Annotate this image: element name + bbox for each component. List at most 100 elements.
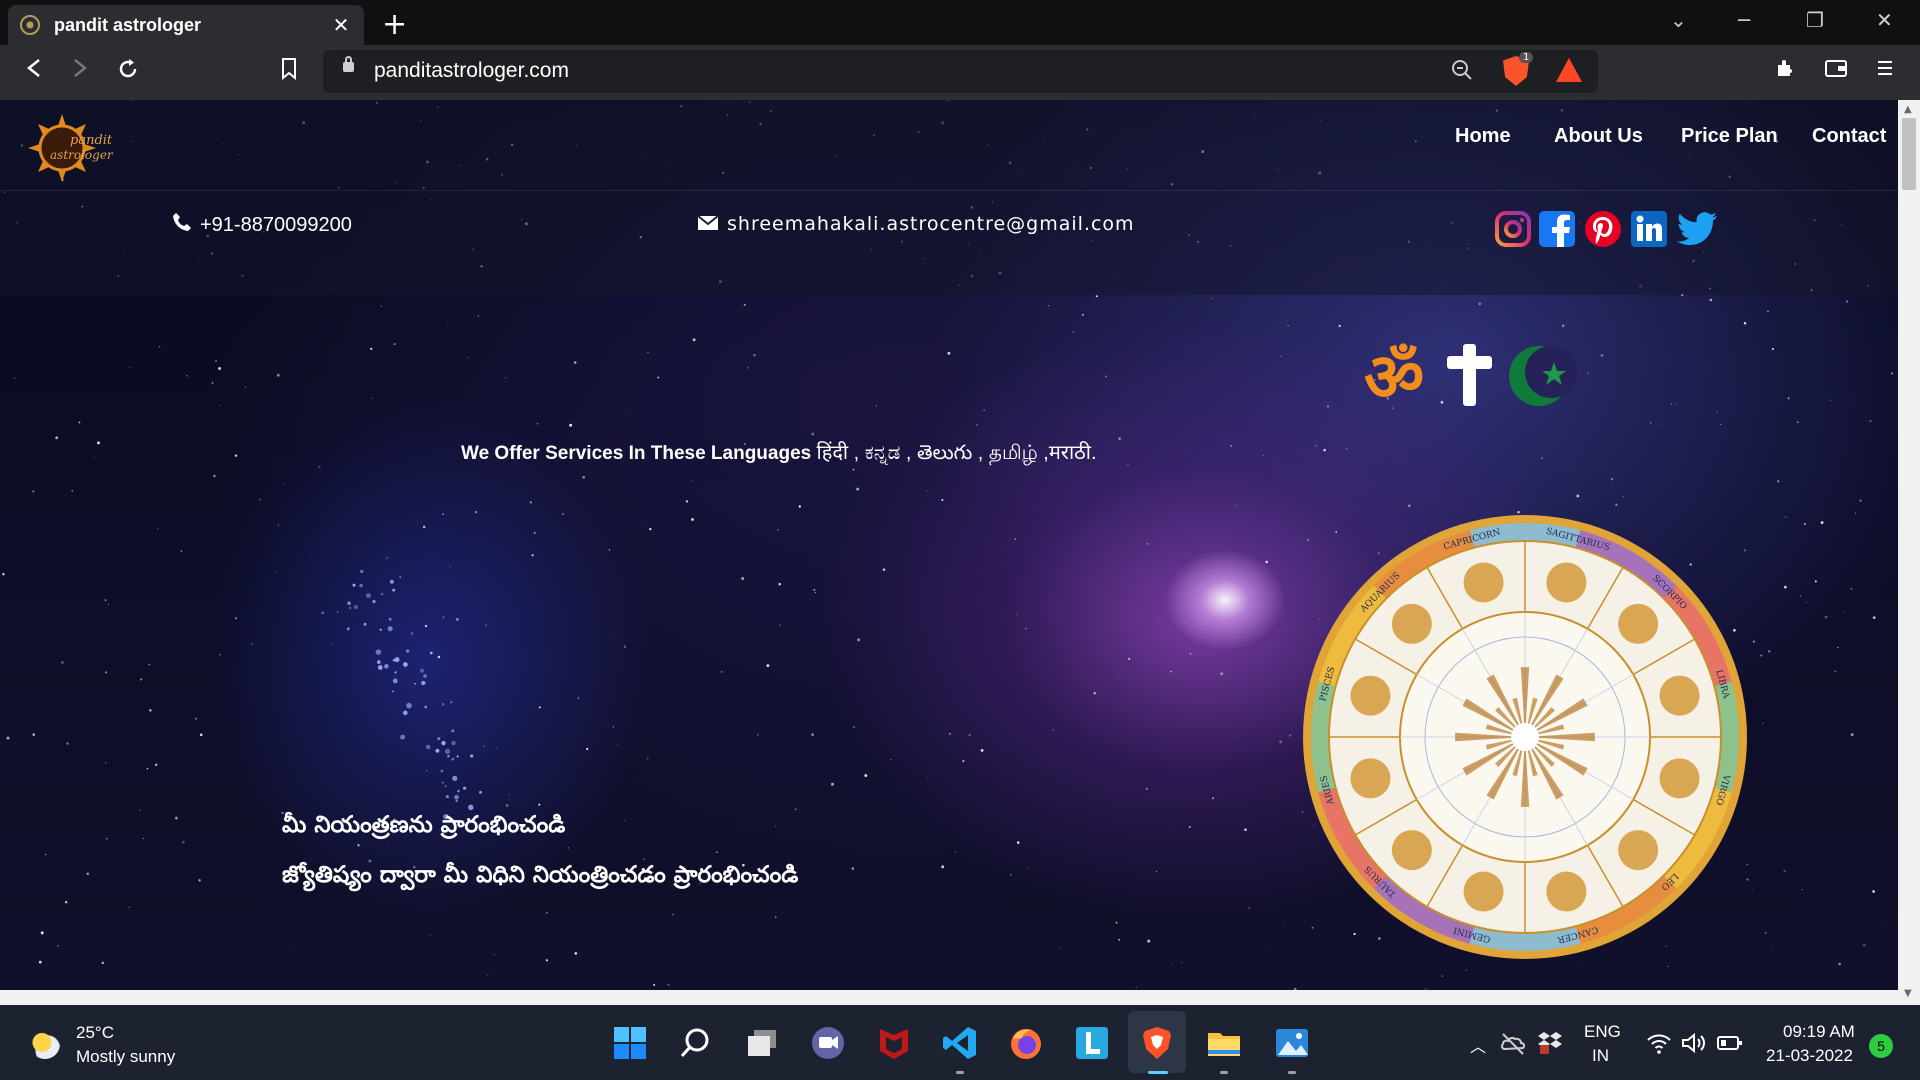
browser-toolbar: panditastrologer.com 1 [0,45,1920,100]
instagram-icon[interactable] [1494,210,1532,248]
site-logo[interactable]: pandit astrologer [26,112,122,182]
close-tab-icon[interactable]: ✕ [330,13,352,37]
tab-search-chevron-icon[interactable]: ⌄ [1670,8,1687,32]
clock-date[interactable]: 21-03-2022 [1766,1046,1853,1066]
brave-rewards-icon[interactable] [1556,58,1582,82]
nav-price-plan[interactable]: Price Plan [1681,125,1778,148]
wallet-icon[interactable] [1824,57,1848,85]
lock-icon [343,56,354,72]
menu-icon[interactable] [1876,57,1894,85]
input-region[interactable]: IN [1592,1046,1609,1066]
close-window-icon[interactable]: ✕ [1876,8,1893,32]
battery-icon[interactable] [1716,1031,1744,1055]
nav-contact[interactable]: Contact [1812,125,1886,148]
zodiac-figure-icon [1546,871,1587,912]
brave-active-indicator [1148,1071,1168,1074]
shield-count-badge: 1 [1519,52,1534,63]
vscode-icon[interactable] [942,1025,978,1061]
envelope-icon [697,212,719,236]
taskbar: 25°C Mostly sunny ︿ ENG IN 09:19 AM 21-0… [0,1005,1920,1080]
notification-badge[interactable]: 5 [1869,1034,1893,1058]
file-explorer-icon[interactable] [1206,1025,1242,1061]
scroll-thumb[interactable] [1902,118,1916,190]
reload-icon[interactable] [116,57,140,87]
extensions-icon[interactable] [1774,57,1796,85]
languages-list: हिंदी , ಕನ್ನಡ , తెలుగు , தமிழ் ,मराठी. [816,442,1097,464]
vscode-running-indicator [956,1071,964,1074]
task-view-icon[interactable] [744,1025,780,1061]
minimize-icon[interactable]: ─ [1738,8,1750,32]
twitter-icon[interactable] [1676,210,1718,248]
phone-number[interactable]: +91-8870099200 [200,214,352,237]
zodiac-figure-icon [1463,871,1504,912]
back-icon[interactable] [24,57,44,85]
scroll-down-icon[interactable]: ▼ [1904,988,1912,999]
mcafee-icon[interactable] [876,1025,912,1061]
restore-icon[interactable]: ❐ [1806,8,1824,32]
om-icon: ॐ [1364,339,1424,416]
zodiac-figure-icon [1546,562,1587,603]
scroll-up-icon[interactable]: ▲ [1904,104,1912,115]
nav-about-us[interactable]: About Us [1554,125,1643,148]
email-address[interactable]: shreemahakali.astrocentre@gmail.com [727,213,1135,235]
crescent-star-icon [1509,346,1577,406]
zodiac-figure-icon [1350,758,1391,799]
teams-chat-icon[interactable] [810,1025,846,1061]
sun-center [1511,723,1539,751]
wifi-icon[interactable] [1646,1031,1672,1055]
page-hero: pandit astrologer Home About Us Price Pl… [0,100,1898,990]
input-language[interactable]: ENG [1584,1022,1621,1042]
email-contact[interactable]: shreemahakali.astrocentre@gmail.com [697,212,1135,236]
url-text[interactable]: panditastrologer.com [374,59,569,83]
dropbox-icon[interactable] [1536,1029,1564,1057]
tray-overflow-chevron-icon[interactable]: ︿ [1470,1033,1486,1057]
zodiac-wheel-image: SAGITTARIUSSCORPIOLIBRAVIRGOLEOCANCERGEM… [1303,515,1747,959]
bookmark-icon[interactable] [280,57,298,87]
zodiac-figure-icon [1659,758,1700,799]
zodiac-figure-icon [1659,675,1700,716]
zodiac-figure-icon [1463,562,1504,603]
clock-time[interactable]: 09:19 AM [1783,1022,1855,1042]
cross-icon [1447,344,1492,406]
nav-home[interactable]: Home [1455,125,1511,148]
zoom-icon[interactable] [1451,59,1473,86]
languages-statement: We Offer Services In These Languages हिं… [461,438,1097,469]
religious-symbols: ॐ [1364,339,1577,416]
l-app-icon[interactable] [1074,1025,1110,1061]
hero-line-2: జ్యోతిష్యం ద్వారా మీ విధిని నియంత్రించడం… [282,862,799,888]
logo-text-line2: astrologer [50,148,114,162]
site-favicon-icon [20,15,40,35]
zodiac-figure-icon [1618,603,1659,644]
phone-contact[interactable]: +91-8870099200 [172,212,352,238]
explorer-running-indicator [1220,1071,1228,1074]
browser-tab[interactable]: pandit astrologer ✕ [8,5,364,45]
tab-bar: pandit astrologer ✕ + ⌄ ─ ❐ ✕ [0,0,1920,45]
languages-prefix: We Offer Services In These Languages [461,443,812,464]
linkedin-icon[interactable] [1630,210,1668,248]
windows-start-icon[interactable] [612,1025,648,1061]
vertical-scrollbar[interactable]: ▲ ▼ [1898,100,1920,1005]
weather-temperature[interactable]: 25°C [76,1023,114,1043]
search-icon[interactable] [678,1025,714,1061]
page-bottom-strip [0,990,1898,1005]
photos-icon[interactable] [1274,1025,1310,1061]
nav-divider [0,190,1898,191]
hero-line-1: మీ నియంత్రణను ప్రారంభించండి [282,812,566,838]
zodiac-figure-icon [1350,675,1391,716]
logo-text-line1: pandit [70,133,113,148]
weather-description[interactable]: Mostly sunny [76,1047,175,1067]
address-bar[interactable]: panditastrologer.com 1 [323,50,1598,93]
pinterest-icon[interactable] [1584,210,1622,248]
volume-icon[interactable] [1680,1031,1708,1055]
new-tab-button[interactable]: + [382,7,407,42]
zodiac-figure-icon [1391,830,1432,871]
zodiac-figure-icon [1391,603,1432,644]
forward-icon[interactable] [70,57,90,85]
phone-icon [172,212,192,238]
facebook-icon[interactable] [1538,210,1576,248]
brave-browser-icon[interactable] [1139,1025,1175,1061]
firefox-icon[interactable] [1008,1025,1044,1061]
zodiac-figure-icon [1618,830,1659,871]
onedrive-icon[interactable] [1500,1031,1526,1057]
weather-icon[interactable] [30,1029,60,1059]
